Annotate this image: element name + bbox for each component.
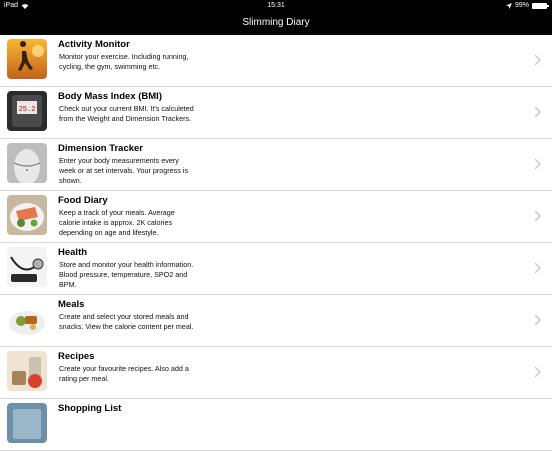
chevron-right-icon bbox=[534, 54, 541, 66]
chevron-right-icon bbox=[534, 210, 541, 222]
chevron-right-icon bbox=[534, 366, 541, 378]
chevron-right-icon bbox=[534, 158, 541, 170]
kitchen-scale-image bbox=[7, 351, 47, 391]
item-title: Dimension Tracker bbox=[58, 143, 144, 154]
navigation-bar: Slimming Diary bbox=[0, 13, 552, 35]
item-title: Body Mass Index (BMI) bbox=[58, 91, 162, 102]
scale-image: 25.2 bbox=[7, 91, 47, 131]
battery-percentage: 99% bbox=[514, 2, 529, 9]
battery-level bbox=[533, 3, 546, 8]
chevron-right-icon bbox=[534, 106, 541, 118]
list-item-bmi[interactable]: 25.2 Body Mass Index (BMI) Check out you… bbox=[0, 87, 552, 139]
meal-plate-image bbox=[7, 299, 47, 339]
runner-image bbox=[7, 39, 47, 79]
status-bar: iPad 15:31 99% bbox=[0, 0, 552, 13]
menu-list: Activity Monitor Monitor your exercise. … bbox=[0, 35, 552, 451]
body-image bbox=[7, 143, 47, 183]
scale-reading: 25.2 bbox=[19, 106, 36, 114]
item-title: Food Diary bbox=[58, 195, 108, 206]
item-title: Health bbox=[58, 247, 88, 258]
item-title: Activity Monitor bbox=[58, 39, 130, 50]
list-item-food-diary[interactable]: Food Diary Keep a track of your meals. A… bbox=[0, 191, 552, 243]
item-title: Meals bbox=[58, 299, 85, 310]
stethoscope-image bbox=[7, 247, 47, 287]
list-item-recipes[interactable]: Recipes Create your favourite recipes. A… bbox=[0, 347, 552, 399]
battery-icon bbox=[532, 2, 549, 9]
location-arrow-icon bbox=[505, 2, 512, 9]
item-title: Shopping List bbox=[58, 403, 122, 414]
nav-title: Slimming Diary bbox=[242, 17, 310, 28]
item-description: Enter your body measurements every week … bbox=[59, 156, 189, 185]
item-title: Recipes bbox=[58, 351, 95, 362]
chevron-right-icon bbox=[534, 262, 541, 274]
item-description: Check out your current BMI. It's calcule… bbox=[59, 104, 194, 123]
item-description: Monitor your exercise. Including running… bbox=[59, 52, 189, 71]
salmon-plate-image bbox=[7, 195, 47, 235]
list-item-shopping-list[interactable]: Shopping List bbox=[0, 399, 552, 451]
status-right: 99% bbox=[505, 2, 549, 9]
shopping-image bbox=[7, 403, 47, 443]
item-description: Keep a track of your meals. Average calo… bbox=[59, 208, 175, 237]
item-description: Create and select your stored meals and … bbox=[59, 312, 194, 331]
list-item-health[interactable]: Health Store and monitor your health inf… bbox=[0, 243, 552, 295]
list-item-dimension-tracker[interactable]: Dimension Tracker Enter your body measur… bbox=[0, 139, 552, 191]
status-time: 15:31 bbox=[267, 2, 285, 9]
list-item-meals[interactable]: Meals Create and select your stored meal… bbox=[0, 295, 552, 347]
chevron-right-icon bbox=[534, 314, 541, 326]
item-description: Store and monitor your health informatio… bbox=[59, 260, 194, 289]
list-item-activity-monitor[interactable]: Activity Monitor Monitor your exercise. … bbox=[0, 35, 552, 87]
item-description: Create your favourite recipes. Also add … bbox=[59, 364, 189, 383]
